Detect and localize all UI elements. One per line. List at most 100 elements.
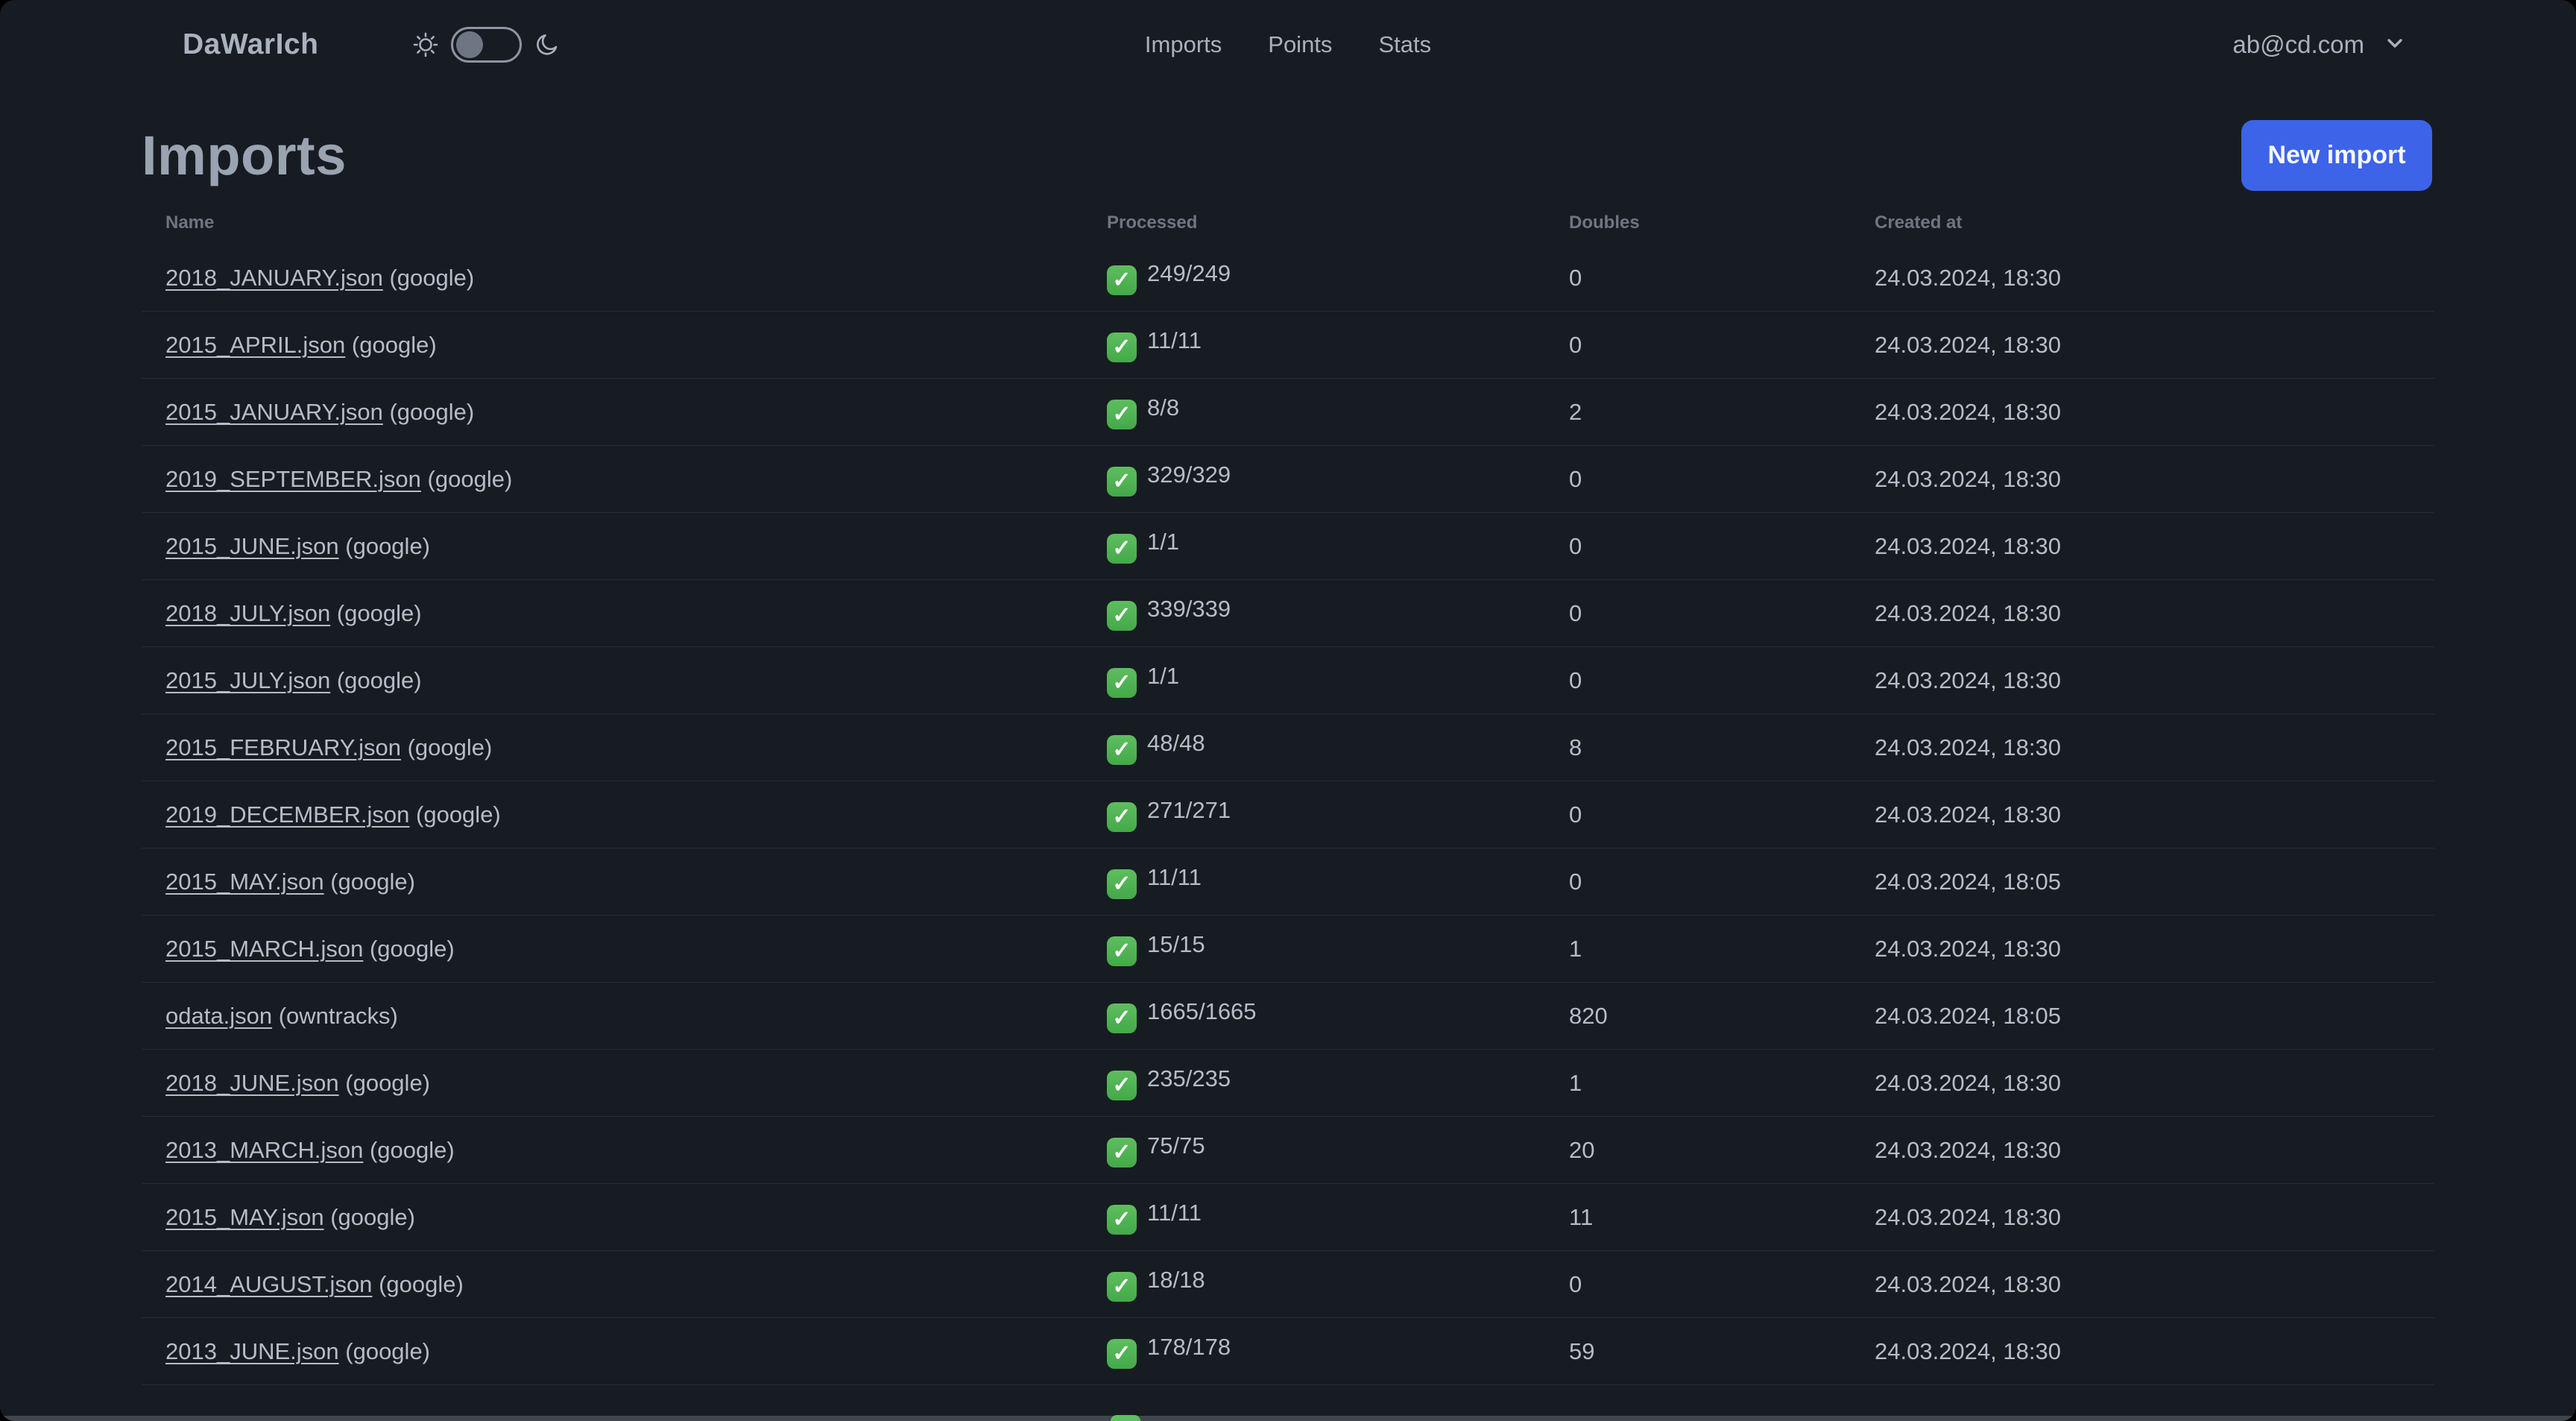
import-file-link[interactable]: 2013_JUNE.json [165,1338,339,1364]
success-check-icon [1107,1138,1137,1168]
created-at: 24.03.2024, 18:30 [1875,1270,2061,1297]
import-source-label: (google) [345,1069,431,1096]
imports-table: Name Processed Doubles Created at 2018_J… [142,201,2434,1385]
import-file-link[interactable]: 2015_APRIL.json [165,332,345,358]
processed-count: 1665/1665 [1147,998,1257,1024]
import-source-label: (google) [330,1203,415,1230]
processed-count: 339/339 [1147,596,1231,622]
doubles-count: 1 [1569,1069,1582,1096]
column-header-doubles: Doubles [1569,212,1640,233]
doubles-count: 0 [1569,868,1582,895]
created-at: 24.03.2024, 18:30 [1875,465,2061,492]
import-source-label: (google) [389,264,475,291]
import-file-link[interactable]: 2015_MAY.json [165,869,324,895]
created-at: 24.03.2024, 18:30 [1875,734,2061,760]
app-logo[interactable]: DaWarIch [183,28,318,61]
created-at: 24.03.2024, 18:30 [1875,801,2061,828]
import-file-link[interactable]: 2014_AUGUST.json [165,1271,372,1297]
success-check-icon [1107,265,1137,295]
success-check-icon [1107,333,1137,362]
doubles-count: 1 [1569,935,1582,962]
import-file-link[interactable]: 2015_JUNE.json [165,533,339,559]
success-check-icon [1107,400,1137,429]
chevron-down-icon [2384,32,2406,58]
partial-next-row [0,1415,2576,1421]
import-source-label: (google) [427,465,513,492]
import-file-link[interactable]: 2015_JULY.json [165,667,330,693]
doubles-count: 59 [1569,1337,1595,1364]
table-row: 2019_DECEMBER.json (google) 271/271 0 24… [142,781,2434,848]
user-email: ab@cd.com [2232,31,2364,58]
success-check-icon [1107,1272,1137,1302]
doubles-count: 0 [1569,599,1582,626]
processed-count: 249/249 [1147,260,1231,286]
import-file-link[interactable]: 2018_JULY.json [165,600,330,626]
import-source-label: (google) [407,734,493,760]
theme-toggle-switch[interactable] [451,27,522,63]
page-title: Imports [142,124,347,186]
import-source-label: (google) [389,398,475,425]
processed-count: 18/18 [1147,1267,1205,1293]
doubles-count: 0 [1569,465,1582,492]
table-row: 2018_JANUARY.json (google) 249/249 0 24.… [142,245,2434,312]
success-check-icon [1107,601,1137,631]
sun-icon [412,31,439,58]
processed-count: 11/11 [1147,1200,1202,1226]
table-row: 2013_JUNE.json (google) 178/178 59 24.03… [142,1318,2434,1385]
doubles-count: 0 [1569,331,1582,358]
processed-count: 235/235 [1147,1065,1231,1091]
import-file-link[interactable]: 2018_JUNE.json [165,1070,339,1096]
success-check-icon [1107,1205,1137,1235]
column-header-name: Name [165,212,215,233]
doubles-count: 2 [1569,398,1582,425]
doubles-count: 20 [1569,1136,1595,1163]
table-row: 2018_JUNE.json (google) 235/235 1 24.03.… [142,1050,2434,1117]
top-navbar: DaWarIch Imports Points Stats ab@cd.com [0,0,2576,89]
success-check-icon [1107,534,1137,564]
success-check-icon [1107,802,1137,832]
import-file-link[interactable]: 2015_MARCH.json [165,936,363,962]
import-file-link[interactable]: 2015_JANUARY.json [165,399,383,425]
user-menu[interactable]: ab@cd.com [2232,31,2406,59]
table-header-row: Name Processed Doubles Created at [142,201,2434,245]
import-source-label: (google) [369,935,455,962]
processed-count: 178/178 [1147,1334,1231,1360]
import-source-label: (google) [336,667,422,693]
table-row: 2013_MARCH.json (google) 75/75 20 24.03.… [142,1117,2434,1184]
processed-count: 11/11 [1147,327,1202,353]
import-file-link[interactable]: 2019_SEPTEMBER.json [165,466,421,492]
processed-count: 8/8 [1147,394,1180,420]
table-row: 2015_APRIL.json (google) 11/11 0 24.03.2… [142,312,2434,379]
processed-count: 271/271 [1147,797,1231,823]
created-at: 24.03.2024, 18:05 [1875,1002,2061,1029]
table-row: 2015_FEBRUARY.json (google) 48/48 8 24.0… [142,714,2434,781]
new-import-button[interactable]: New import [2241,119,2432,191]
created-at: 24.03.2024, 18:30 [1875,1337,2061,1364]
nav-item-stats[interactable]: Stats [1378,31,1431,58]
nav-item-points[interactable]: Points [1268,31,1332,58]
column-header-processed: Processed [1107,212,1198,233]
table-row: 2014_AUGUST.json (google) 18/18 0 24.03.… [142,1251,2434,1318]
table-row: 2015_MAY.json (google) 11/11 11 24.03.20… [142,1184,2434,1251]
processed-count: 329/329 [1147,461,1231,488]
created-at: 24.03.2024, 18:30 [1875,1203,2061,1230]
success-check-icon [1107,467,1137,497]
import-file-link[interactable]: 2018_JANUARY.json [165,265,383,291]
nav-item-imports[interactable]: Imports [1145,31,1222,58]
import-source-label: (google) [336,599,422,626]
theme-toggle-group [412,27,561,63]
import-file-link[interactable]: 2015_FEBRUARY.json [165,734,401,760]
success-check-icon [1107,735,1137,765]
success-check-icon [1107,1071,1137,1100]
import-file-link[interactable]: 2013_MARCH.json [165,1137,363,1163]
processed-count: 1/1 [1147,663,1180,689]
created-at: 24.03.2024, 18:30 [1875,1136,2061,1163]
import-file-link[interactable]: odata.json [165,1003,272,1029]
table-row: odata.json (owntracks) 1665/1665 820 24.… [142,983,2434,1050]
import-file-link[interactable]: 2015_MAY.json [165,1204,324,1230]
import-file-link[interactable]: 2019_DECEMBER.json [165,801,409,828]
import-source-label: (google) [379,1270,464,1297]
created-at: 24.03.2024, 18:30 [1875,398,2061,425]
table-row: 2015_JUNE.json (google) 1/1 0 24.03.2024… [142,513,2434,580]
moon-icon [534,31,561,58]
